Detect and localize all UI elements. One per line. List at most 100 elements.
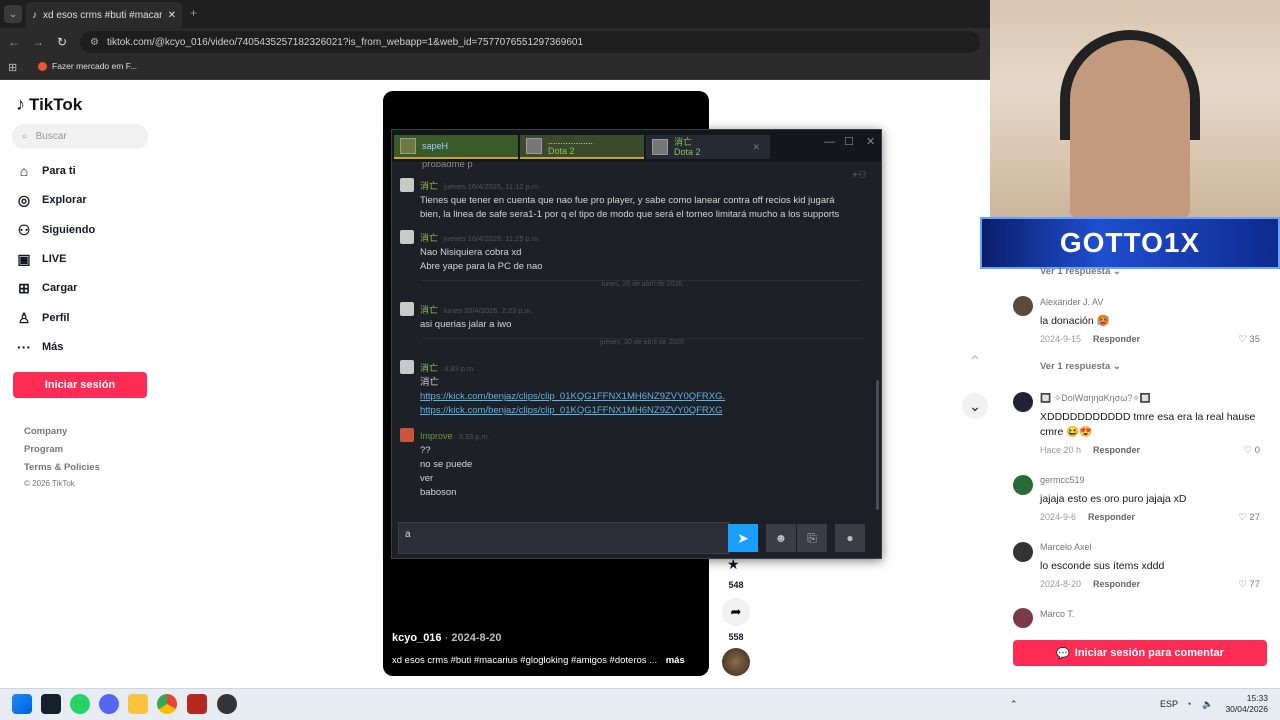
tab-list-button[interactable]: ⌄: [4, 5, 22, 23]
close-tab-icon[interactable]: ✕: [752, 142, 760, 153]
language-indicator[interactable]: ESP: [1160, 699, 1178, 709]
comment-meta: 2024-9-6 Responder: [1040, 512, 1136, 522]
whatsapp-icon[interactable]: [70, 694, 90, 714]
video-date: 2024-8-20: [451, 632, 502, 644]
chat-scrollbar[interactable]: [876, 380, 879, 510]
tray-chevron-icon[interactable]: ⌃: [1010, 699, 1018, 710]
minimize-icon[interactable]: —: [824, 136, 835, 148]
view-replies[interactable]: Ver 1 respuesta ⌄: [1040, 361, 1121, 372]
volume-icon[interactable]: 🔈: [1202, 699, 1213, 710]
close-tab-icon[interactable]: ✕: [168, 10, 176, 21]
dota-icon[interactable]: [187, 694, 207, 714]
chat-tab-xiaowang[interactable]: 消亡 Dota 2 ✕: [646, 135, 770, 159]
footer-terms-link[interactable]: Terms & Policies: [24, 462, 100, 473]
emoticon-button[interactable]: ☻: [766, 524, 796, 552]
footer-company-link[interactable]: Company: [24, 426, 67, 437]
browser-tab[interactable]: ♪ xd esos crms #buti #macarius # ✕: [26, 2, 182, 28]
reply-button[interactable]: Responder: [1088, 512, 1135, 522]
reply-button[interactable]: Responder: [1093, 334, 1140, 344]
chat-input[interactable]: a: [398, 522, 730, 554]
share-button[interactable]: ➦: [722, 598, 750, 626]
footer-program-link[interactable]: Program: [24, 444, 63, 455]
stream-banner: GOTTO1X: [980, 217, 1280, 269]
avatar[interactable]: [1013, 296, 1033, 316]
close-window-icon[interactable]: ✕: [866, 135, 875, 148]
chevron-down-icon[interactable]: ⌄: [962, 393, 988, 419]
like-button[interactable]: ♡ 0: [1220, 445, 1260, 456]
forward-icon[interactable]: →: [30, 35, 46, 49]
send-button[interactable]: ➤: [728, 524, 758, 552]
nav-live[interactable]: ▣ LIVE: [16, 248, 166, 270]
avatar[interactable]: [1013, 392, 1033, 412]
chrome-icon[interactable]: [157, 694, 177, 714]
chat-link[interactable]: https://kick.com/benjaz/clips/clip_01KQG…: [420, 404, 725, 418]
chevron-up-icon[interactable]: ⌃: [962, 352, 988, 378]
chat-tab-dota[interactable]: .................. Dota 2: [520, 135, 644, 159]
tab-title: xd esos crms #buti #macarius #: [43, 9, 162, 21]
reload-icon[interactable]: ↻: [54, 35, 70, 49]
back-icon[interactable]: ←: [6, 35, 22, 49]
comment-user[interactable]: 🔲 ✧DolWαηηαΚησω?✧🔲: [1040, 393, 1151, 404]
comment-user[interactable]: Marcelo Axel: [1040, 542, 1092, 552]
like-button[interactable]: ♡ 27: [1220, 512, 1260, 523]
video-author: kcyo_016: [392, 632, 442, 644]
chat-tab-sapeh[interactable]: sapeH: [394, 135, 518, 159]
comment-user[interactable]: Marco T.: [1040, 609, 1074, 619]
nav-cargar[interactable]: ⊞ Cargar: [16, 277, 166, 299]
microphone-icon: ●: [846, 531, 854, 545]
nav-explorar[interactable]: ◎ Explorar: [16, 189, 166, 211]
voice-button[interactable]: ●: [835, 524, 865, 552]
search-icon: ⌕: [22, 131, 28, 142]
avatar[interactable]: [1013, 475, 1033, 495]
live-icon: ▣: [17, 250, 31, 267]
obs-icon[interactable]: [217, 694, 237, 714]
reply-button[interactable]: Responder: [1093, 445, 1140, 455]
footer-copyright: © 2026 TikTok: [24, 479, 75, 488]
emoji-icon: ☻: [774, 531, 788, 545]
comment-user[interactable]: Alexander J. AV: [1040, 297, 1103, 307]
nav-mas[interactable]: ··· Más: [16, 336, 166, 358]
login-button[interactable]: Iniciar sesión: [13, 372, 147, 398]
nav-para-ti[interactable]: ⌂ Para ti: [16, 160, 166, 182]
avatar: [400, 230, 414, 244]
reply-button[interactable]: Responder: [1093, 579, 1140, 589]
chat-link[interactable]: https://kick.com/benjaz/clips/clip_01KQG…: [420, 390, 725, 404]
discord-icon[interactable]: [99, 694, 119, 714]
site-info-icon[interactable]: ⚙: [90, 37, 99, 48]
bookmarks-bar: [0, 56, 990, 80]
apps-grid-icon[interactable]: ⊞: [8, 61, 17, 74]
avatar: [526, 138, 542, 154]
nav-siguiendo[interactable]: ⚇ Siguiendo: [16, 219, 166, 241]
avatar[interactable]: [1013, 542, 1033, 562]
like-button[interactable]: ♡ 35: [1220, 334, 1260, 345]
like-button[interactable]: ♡ 77: [1220, 579, 1260, 590]
new-tab-button[interactable]: +: [190, 6, 197, 20]
comment-icon: 💬: [1056, 647, 1070, 660]
url-field[interactable]: ⚙ tiktok.com/@kcyo_016/video/74054352571…: [80, 31, 980, 53]
comment-user[interactable]: germcc519: [1040, 475, 1085, 485]
avatar: [400, 302, 414, 316]
date-separator: jueves, 30 de abril de 2026: [422, 338, 862, 348]
wifi-icon[interactable]: ◔: [1186, 699, 1191, 709]
login-to-comment-button[interactable]: 💬 Iniciar sesión para comentar: [1013, 640, 1267, 666]
save-count: 548: [728, 580, 744, 590]
attach-button[interactable]: ⎘: [797, 524, 827, 552]
search-input[interactable]: ⌕ Buscar: [12, 124, 148, 149]
comment-text: la donación 🥵: [1040, 315, 1110, 327]
view-replies[interactable]: Ver 1 respuesta ⌄: [1040, 266, 1121, 277]
tiktok-logo[interactable]: ♪ TikTok: [16, 94, 82, 115]
avatar[interactable]: [1013, 608, 1033, 628]
music-avatar[interactable]: [722, 648, 750, 676]
steam-chat-window[interactable]: sapeH .................. Dota 2 消亡 Dota …: [391, 129, 882, 559]
nav-perfil[interactable]: ♙ Perfil: [16, 307, 166, 329]
file-explorer-icon[interactable]: [128, 694, 148, 714]
bookmark-item[interactable]: Fazer mercado em F...: [38, 61, 137, 71]
steam-taskbar-icon[interactable]: [41, 694, 61, 714]
more-link[interactable]: más: [666, 655, 685, 666]
maximize-icon[interactable]: ☐: [844, 135, 854, 148]
chat-message: 消亡 jueves 16/4/2026, 11:12 p.m. Tienes qu…: [400, 176, 839, 222]
add-friend-icon[interactable]: +⚇: [852, 170, 867, 181]
clock[interactable]: 15:33 30/04/2026: [1224, 693, 1268, 715]
video-author-line[interactable]: kcyo_016 · 2024-8-20: [392, 632, 502, 644]
windows-start-icon[interactable]: [12, 694, 32, 714]
